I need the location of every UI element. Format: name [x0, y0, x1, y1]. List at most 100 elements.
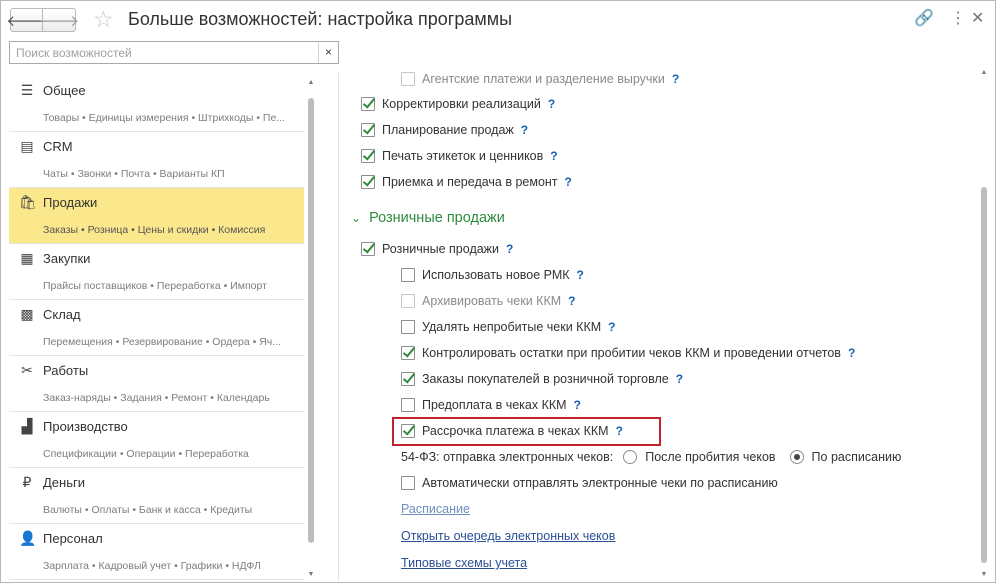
more-menu-icon[interactable]: ⋮	[950, 9, 966, 29]
checkbox[interactable]	[401, 268, 415, 282]
setting-customer-orders-retail: Заказы покупателей в розничной торговле …	[401, 369, 683, 389]
setting-archive-receipts: Архивировать чеки ККМ ?	[401, 291, 576, 311]
scroll-thumb[interactable]	[308, 98, 314, 543]
section-production[interactable]: ▟ Производство Спецификации • Операции •…	[9, 412, 304, 468]
help-icon[interactable]: ?	[548, 97, 555, 111]
section-name: Работы	[43, 363, 89, 378]
section-name: Персонал	[43, 531, 103, 546]
help-icon[interactable]: ?	[608, 320, 615, 334]
right-scrollbar[interactable]: ▲ ▼	[980, 69, 988, 579]
help-icon[interactable]: ?	[521, 123, 528, 137]
help-icon[interactable]: ?	[506, 242, 513, 256]
factory-icon: ▟	[21, 418, 33, 434]
favorite-star-icon[interactable]: ☆	[93, 5, 114, 33]
section-subitems: Зарплата • Кадровый учет • Графики • НДФ…	[43, 560, 261, 572]
section-money[interactable]: ₽ Деньги Валюты • Оплаты • Банк и касса …	[9, 468, 304, 524]
left-scrollbar[interactable]: ▲ ▼	[307, 79, 315, 579]
radio-label: После пробития чеков	[645, 450, 776, 464]
link-icon[interactable]: 🔗	[914, 9, 934, 29]
setting-sales-planning: Планирование продаж ?	[361, 120, 528, 140]
help-icon[interactable]: ?	[568, 294, 575, 308]
checkbox[interactable]	[361, 97, 375, 111]
help-icon[interactable]: ?	[565, 175, 572, 189]
setting-new-rmk: Использовать новое РМК ?	[401, 265, 584, 285]
checkbox[interactable]	[361, 149, 375, 163]
radio-after-punch[interactable]	[623, 450, 638, 464]
schedule-link[interactable]: Расписание	[401, 502, 470, 520]
forward-button[interactable]: 🡒	[39, 8, 79, 32]
checkbox[interactable]	[401, 72, 415, 86]
checkbox[interactable]	[401, 372, 415, 386]
basket-icon: 🛍	[19, 194, 37, 210]
checkbox[interactable]	[361, 175, 375, 189]
help-icon[interactable]: ?	[574, 398, 581, 412]
checkbox[interactable]	[361, 123, 375, 137]
section-subitems: Чаты • Звонки • Почта • Варианты КП	[43, 168, 225, 180]
section-general[interactable]: ☰ Общее Товары • Единицы измерения • Штр…	[9, 76, 304, 132]
checkbox[interactable]	[401, 346, 415, 360]
warehouse-icon: ▩	[20, 306, 34, 322]
scroll-thumb[interactable]	[981, 187, 987, 563]
section-works[interactable]: ✂ Работы Заказ-наряды • Задания • Ремонт…	[9, 356, 304, 412]
setting-label: Корректировки реализаций	[382, 97, 541, 111]
radio-by-schedule[interactable]	[789, 450, 804, 464]
ruble-icon: ₽	[22, 474, 32, 490]
section-subitems: Спецификации • Операции • Переработка	[43, 448, 249, 460]
help-icon[interactable]: ?	[672, 72, 679, 86]
checkbox[interactable]	[361, 242, 375, 256]
section-crm[interactable]: ▤ CRM Чаты • Звонки • Почта • Варианты К…	[9, 132, 304, 188]
help-icon[interactable]: ?	[676, 372, 683, 386]
setting-auto-send: Автоматически отправлять электронные чек…	[401, 473, 778, 493]
setting-repair-acceptance: Приемка и передача в ремонт ?	[361, 172, 572, 192]
section-warehouse[interactable]: ▩ Склад Перемещения • Резервирование • О…	[9, 300, 304, 356]
help-icon[interactable]: ?	[550, 149, 557, 163]
settings-panel: Агентские платежи и разделение выручки ?…	[339, 69, 979, 581]
setting-prepayment: Предоплата в чеках ККМ ?	[401, 395, 581, 415]
scroll-up-icon[interactable]: ▲	[307, 79, 315, 87]
checkbox[interactable]	[401, 294, 415, 308]
person-icon: 👤	[19, 530, 37, 546]
list-icon: ☰	[20, 82, 34, 98]
accounting-schemes-link[interactable]: Типовые схемы учета	[401, 556, 527, 574]
section-name: Производство	[43, 419, 128, 434]
section-purchases[interactable]: ▦ Закупки Прайсы поставщиков • Переработ…	[9, 244, 304, 300]
search-input[interactable]	[10, 42, 318, 63]
fz-label: 54-ФЗ: отправка электронных чеков:	[401, 450, 614, 464]
window: 🡐 🡒 ☆ Больше возможностей: настройка про…	[0, 0, 996, 583]
checkbox[interactable]	[401, 398, 415, 412]
setting-label: Розничные продажи	[382, 242, 500, 256]
section-name: Закупки	[43, 251, 91, 266]
section-name: Общее	[43, 83, 86, 98]
highlight-frame	[392, 417, 661, 446]
section-name: CRM	[43, 139, 73, 154]
crm-icon: ▤	[20, 138, 34, 154]
header-bar: 🡐 🡒 ☆ Больше возможностей: настройка про…	[1, 1, 995, 39]
setting-label: Приемка и передача в ремонт	[382, 175, 558, 189]
sections-panel: ☰ Общее Товары • Единицы измерения • Штр…	[9, 76, 304, 581]
section-subitems: Заказы • Розница • Цены и скидки • Комис…	[43, 224, 266, 236]
help-icon[interactable]: ?	[577, 268, 584, 282]
section-subitems: Товары • Единицы измерения • Штрихкоды •…	[43, 112, 286, 124]
cart-icon: ▦	[20, 250, 34, 266]
receipts-queue-link[interactable]: Открыть очередь электронных чеков	[401, 529, 615, 547]
section-personnel[interactable]: 👤 Персонал Зарплата • Кадровый учет • Гр…	[9, 524, 304, 580]
chevron-down-icon: ⌄	[351, 211, 362, 225]
clear-search-icon[interactable]: ×	[318, 42, 338, 63]
scroll-down-icon[interactable]: ▼	[307, 571, 315, 579]
group-retail-header[interactable]: ⌄ Розничные продажи	[351, 207, 505, 229]
tools-icon: ✂	[21, 362, 33, 378]
checkbox[interactable]	[401, 320, 415, 334]
setting-sales-corrections: Корректировки реализаций ?	[361, 94, 555, 114]
setting-label: Автоматически отправлять электронные чек…	[422, 476, 778, 490]
group-title: Розничные продажи	[369, 210, 505, 226]
setting-label: Предоплата в чеках ККМ	[422, 398, 567, 412]
setting-retail-sales: Розничные продажи ?	[361, 239, 513, 259]
setting-54fz-sending: 54-ФЗ: отправка электронных чеков: После…	[401, 447, 901, 467]
close-icon[interactable]: ✕	[971, 9, 984, 29]
section-sales[interactable]: 🛍 Продажи Заказы • Розница • Цены и скид…	[9, 188, 304, 244]
section-name: Склад	[43, 307, 81, 322]
help-icon[interactable]: ?	[848, 346, 855, 360]
checkbox[interactable]	[401, 476, 415, 490]
scroll-up-icon[interactable]: ▲	[980, 69, 988, 77]
scroll-down-icon[interactable]: ▼	[980, 571, 988, 579]
